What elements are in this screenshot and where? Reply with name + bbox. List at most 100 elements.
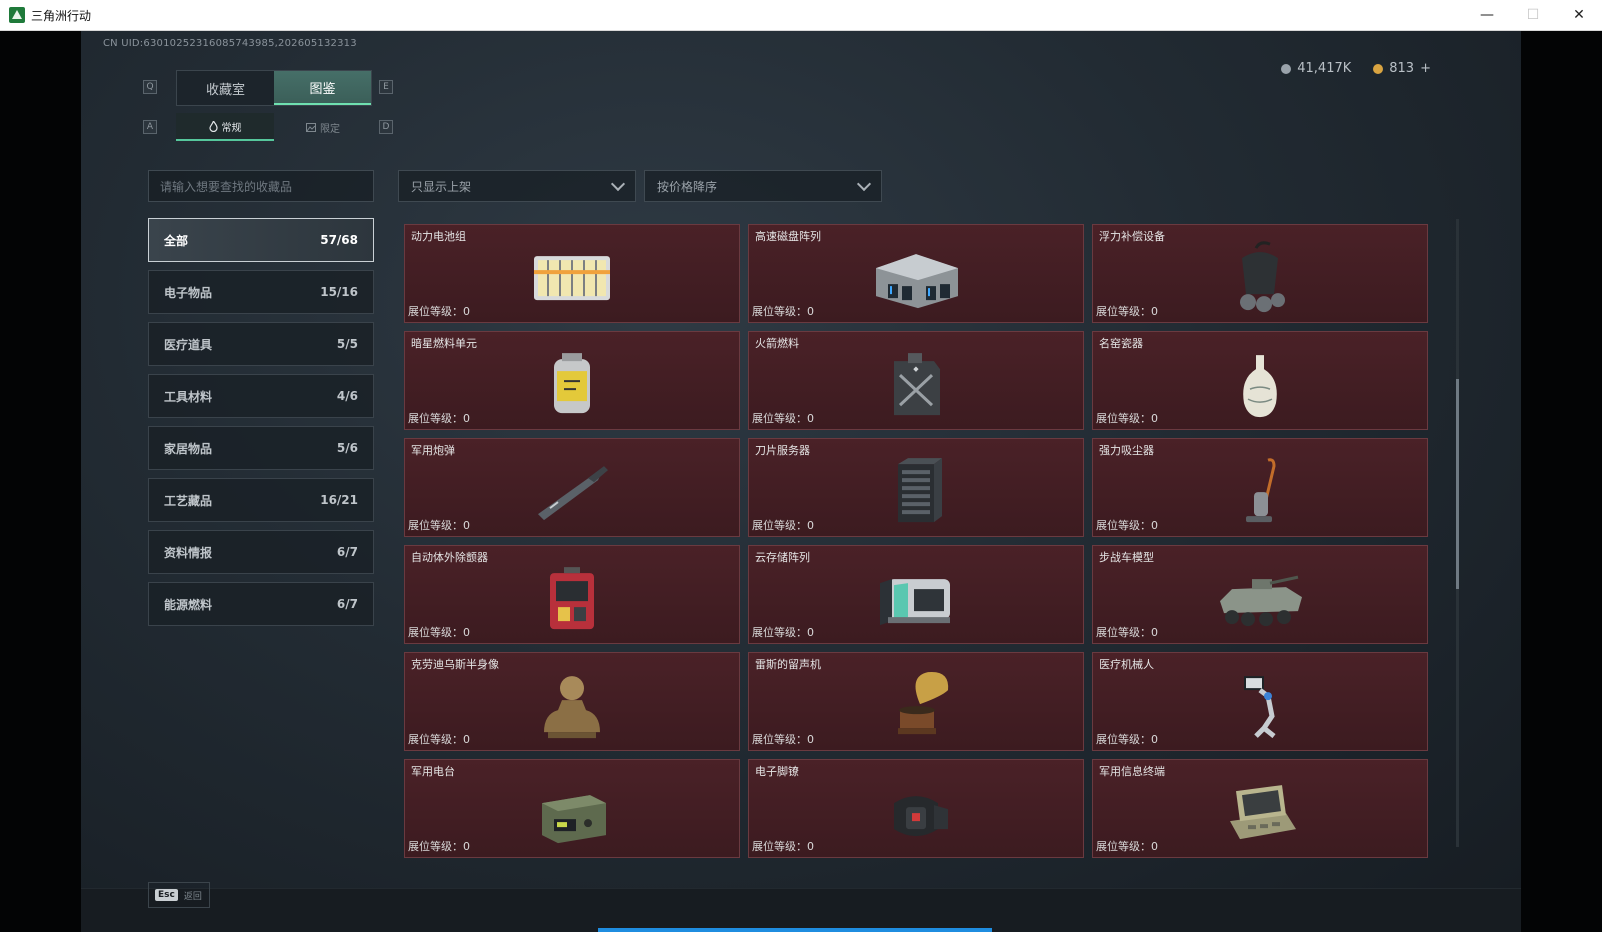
collection-item-card[interactable]: 浮力补偿设备 展位等级：0 — [1092, 224, 1428, 323]
collection-item-card[interactable]: 军用电台展位等级：0 — [404, 759, 740, 858]
blade-server-icon — [868, 452, 964, 530]
key-hint-q: Q — [143, 80, 157, 94]
collection-item-card[interactable]: 名窑瓷器 展位等级：0 — [1092, 331, 1428, 430]
close-button[interactable]: ✕ — [1556, 0, 1602, 30]
item-grid: 动力电池组 展位等级：0 高速磁盘阵列 展位等级：0 浮力补偿设备 展位等级：0 暗星燃料单… — [404, 224, 1428, 858]
window-title: 三角洲行动 — [31, 8, 92, 23]
level-value: 0 — [807, 412, 814, 425]
category-medical[interactable]: 医疗道具 5/5 — [148, 322, 374, 366]
category-fuel[interactable]: 能源燃料 6/7 — [148, 582, 374, 626]
level-value: 0 — [1151, 412, 1158, 425]
item-level: 展位等级：0 — [408, 410, 470, 426]
footer-bar — [81, 888, 1521, 932]
item-level: 展位等级：0 — [752, 731, 814, 747]
category-intel[interactable]: 资料情报 6/7 — [148, 530, 374, 574]
collection-item-card[interactable]: 电子脚镣 展位等级：0 — [748, 759, 1084, 858]
category-count: 15/16 — [320, 285, 358, 299]
item-name: 动力电池组 — [411, 230, 466, 243]
level-value: 0 — [807, 305, 814, 318]
item-name: 医疗机械人 — [1099, 658, 1154, 671]
add-currency-button[interactable]: + — [1420, 61, 1431, 76]
item-level: 展位等级：0 — [752, 517, 814, 533]
category-electronics[interactable]: 电子物品 15/16 — [148, 270, 374, 314]
collection-item-card[interactable]: 医疗机械人展位等级：0 — [1092, 652, 1428, 751]
buoyancy-device-icon — [1212, 238, 1308, 316]
tab-catalog[interactable]: 图鉴 — [274, 71, 371, 105]
item-level: 展位等级：0 — [408, 517, 470, 533]
item-level: 展位等级：0 — [408, 624, 470, 640]
category-crafts[interactable]: 工艺藏品 16/21 — [148, 478, 374, 522]
sort-dropdown[interactable]: 按价格降序 — [644, 170, 882, 202]
category-label: 电子物品 — [164, 285, 213, 300]
item-level: 展位等级：0 — [1096, 731, 1158, 747]
level-label: 展位等级： — [752, 412, 807, 425]
esc-key-icon: Esc — [155, 889, 178, 901]
item-name: 军用电台 — [411, 765, 455, 778]
collection-item-card[interactable]: 动力电池组 展位等级：0 — [404, 224, 740, 323]
level-label: 展位等级： — [752, 733, 807, 746]
level-value: 0 — [463, 840, 470, 853]
level-label: 展位等级： — [752, 626, 807, 639]
category-count: 16/21 — [320, 493, 358, 507]
collection-item-card[interactable]: 步战车模型 展位等级：0 — [1092, 545, 1428, 644]
scrollbar-thumb[interactable] — [1456, 379, 1459, 589]
collection-item-card[interactable]: 雷斯的留声机 展位等级：0 — [748, 652, 1084, 751]
battery-pack-icon — [524, 238, 620, 316]
game-viewport: CN UID:6301025231608574398​5,20260513231… — [0, 31, 1602, 932]
vacuum-cleaner-icon — [1212, 452, 1308, 530]
item-level: 展位等级：0 — [408, 838, 470, 854]
shelf-filter-value: 只显示上架 — [411, 179, 472, 194]
level-label: 展位等级： — [752, 840, 807, 853]
maximize-button[interactable]: ☐ — [1510, 0, 1556, 30]
tab-limited[interactable]: 限定 — [274, 113, 372, 141]
sort-value: 按价格降序 — [657, 179, 718, 194]
item-name: 刀片服务器 — [755, 444, 810, 457]
level-value: 0 — [807, 733, 814, 746]
window-titlebar: 三角洲行动 — ☐ ✕ — [0, 0, 1602, 31]
category-label: 医疗道具 — [164, 337, 213, 352]
artillery-shell-icon — [524, 452, 620, 530]
uid-label: CN UID:6301025231608574398​5,20260513231… — [103, 38, 357, 49]
collection-item-card[interactable]: 刀片服务器展位等级：0 — [748, 438, 1084, 537]
level-label: 展位等级： — [408, 519, 463, 532]
collection-item-card[interactable]: 暗星燃料单元 展位等级：0 — [404, 331, 740, 430]
level-label: 展位等级： — [1096, 305, 1151, 318]
collection-item-card[interactable]: 克劳迪乌斯半身像 展位等级：0 — [404, 652, 740, 751]
tab-collection-room[interactable]: 收藏室 — [177, 71, 274, 105]
collection-item-card[interactable]: 云存储阵列 展位等级：0 — [748, 545, 1084, 644]
back-button[interactable]: Esc 返回 — [148, 882, 210, 908]
window-controls: — ☐ ✕ — [1464, 0, 1602, 30]
collection-item-card[interactable]: 火箭燃料 ◆ 展位等级：0 — [748, 331, 1084, 430]
item-scrollbar[interactable] — [1456, 219, 1459, 847]
collection-item-card[interactable]: 高速磁盘阵列 展位等级：0 — [748, 224, 1084, 323]
search-placeholder: 请输入想要查找的收藏品 — [160, 179, 293, 194]
item-name: 暗星燃料单元 — [411, 337, 477, 350]
category-label: 全部 — [164, 233, 189, 248]
item-name: 电子脚镣 — [755, 765, 799, 778]
tab-regular[interactable]: 常规 — [176, 113, 274, 141]
category-tools[interactable]: 工具材料 4/6 — [148, 374, 374, 418]
collection-item-card[interactable]: 军用炮弹 展位等级：0 — [404, 438, 740, 537]
level-value: 0 — [463, 412, 470, 425]
category-all[interactable]: 全部 57/68 — [148, 218, 374, 262]
search-input[interactable]: 请输入想要查找的收藏品 — [148, 170, 374, 202]
level-label: 展位等级： — [408, 733, 463, 746]
item-level: 展位等级：0 — [752, 303, 814, 319]
item-level: 展位等级：0 — [408, 731, 470, 747]
level-label: 展位等级： — [752, 305, 807, 318]
category-count: 4/6 — [336, 389, 358, 403]
item-level: 展位等级：0 — [1096, 517, 1158, 533]
category-label: 家居物品 — [164, 441, 213, 456]
item-level: 展位等级：0 — [1096, 624, 1158, 640]
item-name: 浮力补偿设备 — [1099, 230, 1165, 243]
level-value: 0 — [463, 519, 470, 532]
collection-item-card[interactable]: 强力吸尘器 展位等级：0 — [1092, 438, 1428, 537]
level-label: 展位等级： — [408, 412, 463, 425]
shelf-filter-dropdown[interactable]: 只显示上架 — [398, 170, 636, 202]
gold-currency: 813 + — [1373, 61, 1431, 76]
collection-item-card[interactable]: 自动体外除颤器 展位等级：0 — [404, 545, 740, 644]
category-household[interactable]: 家居物品 5/6 — [148, 426, 374, 470]
collection-item-card[interactable]: 军用信息终端 展位等级：0 — [1092, 759, 1428, 858]
minimize-button[interactable]: — — [1464, 0, 1510, 30]
category-list: 全部 57/68 电子物品 15/16 医疗道具 5/5 工具材料 4/6 家居物品 5/… — [148, 218, 374, 634]
